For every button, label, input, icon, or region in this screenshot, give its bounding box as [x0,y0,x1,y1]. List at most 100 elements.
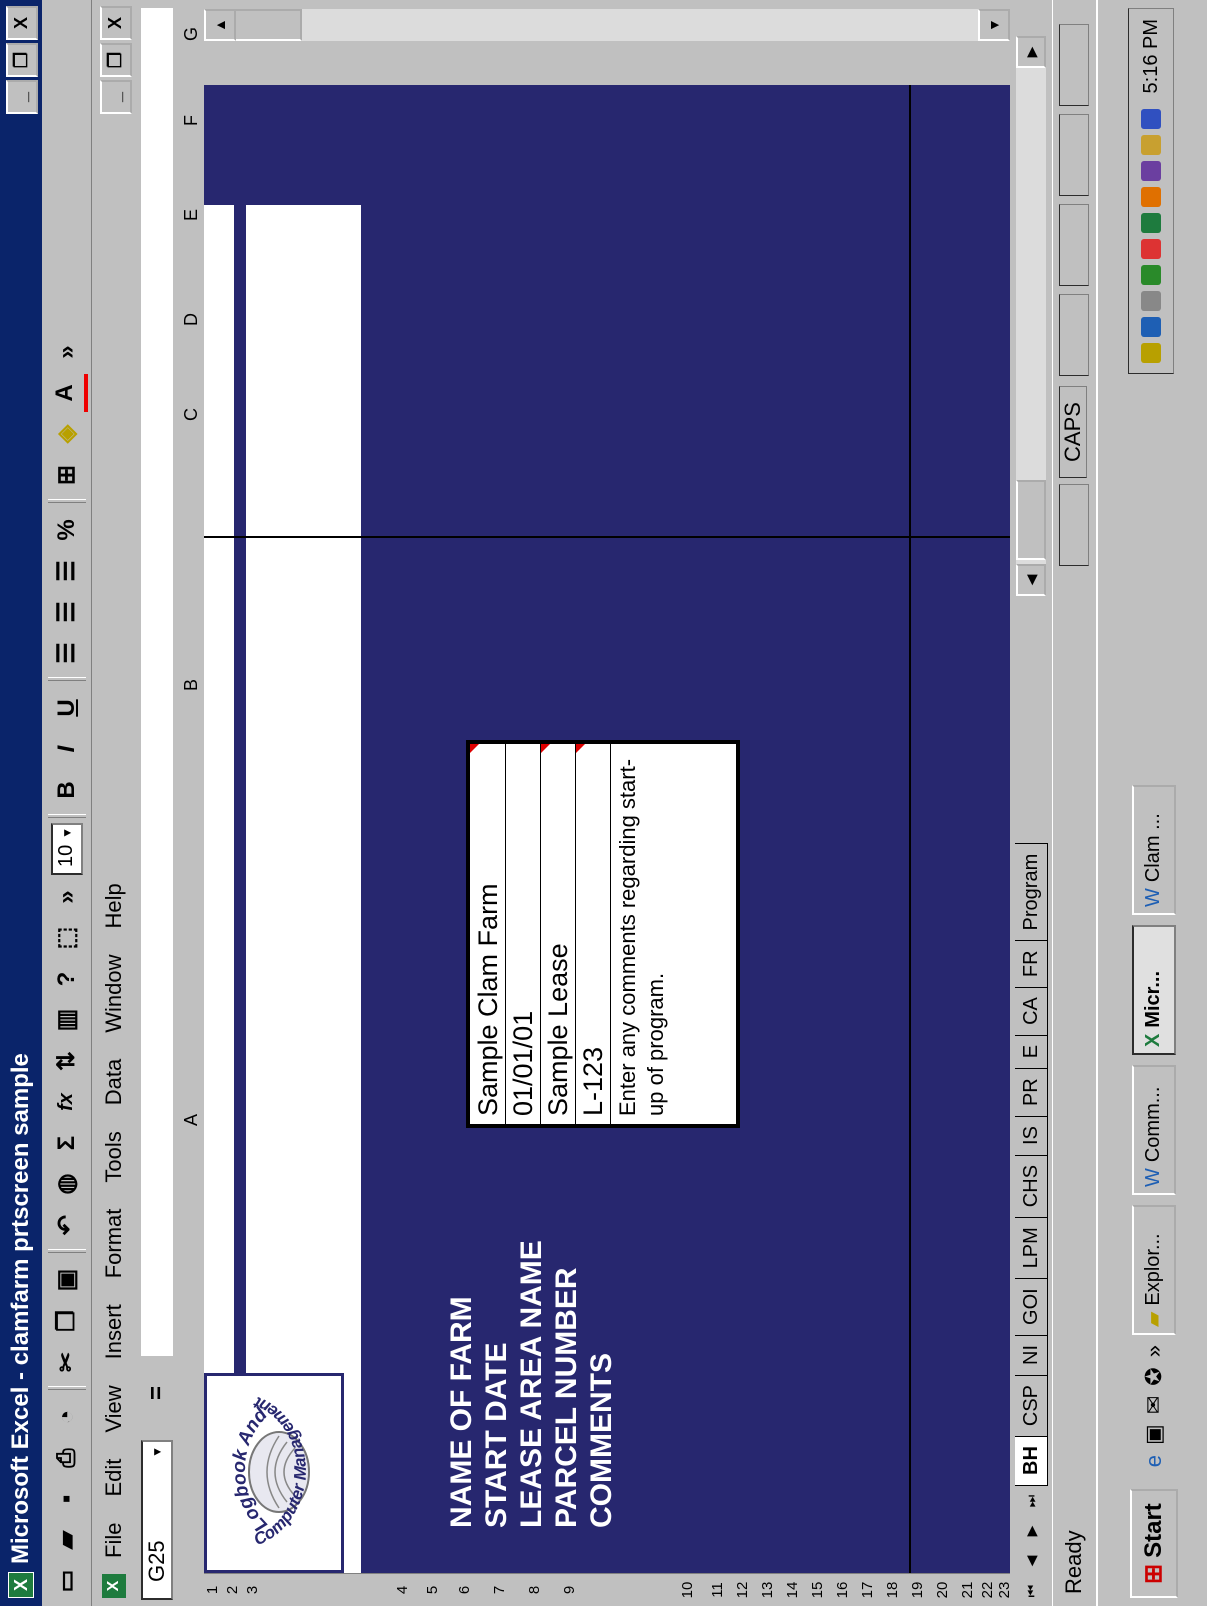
menu-help[interactable]: Help [101,883,127,928]
name-box[interactable]: G25 ▼ [141,1440,173,1600]
tab-bh[interactable]: BH [1014,1435,1048,1486]
save-icon[interactable]: ▪ [48,1480,86,1518]
row-header[interactable]: 18 [884,1574,901,1606]
tab-fr[interactable]: FR [1014,939,1048,989]
drawing-icon[interactable]: ⬚ [48,919,86,957]
taskbar-excel-button[interactable]: X Micr... [1131,925,1176,1056]
tab-e[interactable]: E [1014,1033,1048,1070]
lease-area-cell[interactable]: Sample Lease [541,744,576,1124]
first-sheet-icon[interactable]: ⏮ [1016,1576,1046,1606]
row-header[interactable]: 21 [959,1574,976,1606]
row-header[interactable]: 10 [679,1574,696,1606]
row-header[interactable]: 6 [456,1574,473,1606]
row-header[interactable]: 7 [491,1574,508,1606]
workbook-minimize-button[interactable]: _ [100,80,132,114]
parcel-number-cell[interactable]: L-123 [576,744,611,1124]
tab-csp[interactable]: CSP [1014,1373,1048,1438]
chart-wizard-icon[interactable]: ▥ [48,1001,86,1039]
horizontal-scrollbar[interactable]: ◀ ▶ [1016,36,1046,596]
row-header[interactable]: 2 [224,1574,241,1606]
row-header[interactable]: 11 [709,1574,726,1606]
column-header-b[interactable]: B [181,679,202,691]
taskbar-explorer-button[interactable]: ▰ Explor... [1131,1205,1176,1336]
row-header[interactable]: 9 [561,1574,578,1606]
align-center-icon[interactable]: ☰ [48,593,86,631]
menu-tools[interactable]: Tools [101,1131,127,1182]
scroll-down-icon[interactable]: ▼ [978,9,1010,41]
sort-ascending-icon[interactable]: ⇅ [48,1042,86,1080]
worksheet-grid[interactable]: Logbook And Computer Management NAME OF … [204,85,1010,1573]
tab-program[interactable]: Program [1014,842,1048,942]
column-header-c[interactable]: C [181,408,202,421]
undo-icon[interactable]: ↶ [48,1206,86,1244]
align-left-icon[interactable]: ☰ [48,634,86,672]
scroll-up-icon[interactable]: ▲ [204,9,236,41]
tray-icon[interactable] [1141,213,1161,234]
channels-icon[interactable]: ✪ [1141,1367,1167,1385]
start-date-cell[interactable]: 01/01/01 [506,744,541,1124]
autosum-icon[interactable]: Σ [48,1124,86,1162]
tray-icon[interactable] [1141,239,1161,260]
font-color-icon[interactable]: A [45,374,88,412]
last-sheet-icon[interactable]: ⏭ [1016,1486,1046,1516]
underline-button[interactable]: U [48,689,86,727]
farm-name-cell[interactable]: Sample Clam Farm [470,744,506,1124]
new-file-icon[interactable]: ▭ [48,1562,86,1600]
tray-icon[interactable] [1141,343,1161,364]
row-header[interactable]: 13 [759,1574,776,1606]
tray-icon[interactable] [1141,265,1161,286]
copy-icon[interactable]: ❐ [48,1302,86,1340]
outlook-icon[interactable]: ✉ [1141,1396,1167,1414]
workbook-close-button[interactable]: X [100,6,132,40]
tray-icon[interactable] [1141,187,1161,208]
menu-file[interactable]: File [101,1523,127,1558]
menu-format[interactable]: Format [101,1209,127,1279]
column-header-d[interactable]: D [181,313,202,326]
tab-pr[interactable]: PR [1014,1067,1048,1118]
menu-window[interactable]: Window [101,955,127,1033]
column-header-g[interactable]: G [181,27,202,41]
fill-color-icon[interactable]: ◈ [48,415,86,453]
print-icon[interactable]: ⎙ [48,1439,86,1477]
tray-icon[interactable] [1141,291,1161,312]
tab-goi[interactable]: GOI [1014,1277,1048,1336]
help-icon[interactable]: ? [48,960,86,998]
taskbar-comm-button[interactable]: W Comm... [1131,1065,1176,1196]
close-button[interactable]: X [6,6,38,40]
row-header[interactable]: 19 [909,1574,926,1606]
row-header[interactable]: 17 [859,1574,876,1606]
prev-sheet-icon[interactable]: ◀ [1016,1546,1046,1576]
tab-chs[interactable]: CHS [1014,1153,1048,1219]
restore-button[interactable]: ❐ [6,43,38,77]
more-buttons-icon[interactable]: » [48,878,86,916]
minimize-button[interactable]: _ [6,80,38,114]
function-icon[interactable]: fx [48,1083,86,1121]
workbook-restore-button[interactable]: ❐ [100,43,132,77]
internet-explorer-icon[interactable]: e [1141,1455,1167,1467]
column-header-a[interactable]: A [181,1114,202,1126]
print-preview-icon[interactable]: ◔ [48,1398,86,1436]
borders-icon[interactable]: ⊞ [48,456,86,494]
percent-button[interactable]: % [48,511,86,549]
row-header[interactable]: 4 [394,1574,411,1606]
column-header-e[interactable]: E [181,209,202,221]
taskbar-clam-button[interactable]: W Clam ... [1131,785,1176,916]
bold-button[interactable]: B [48,771,86,809]
start-button[interactable]: ⊞ Start [1129,1489,1178,1598]
menu-edit[interactable]: Edit [101,1459,127,1497]
row-header[interactable]: 16 [834,1574,851,1606]
vertical-scrollbar[interactable]: ▲ ▼ [204,0,1010,85]
row-header[interactable]: 3 [244,1574,261,1606]
excel-app-icon[interactable]: X [8,1572,34,1598]
row-header[interactable]: 15 [809,1574,826,1606]
next-sheet-icon[interactable]: ▶ [1016,1516,1046,1546]
workbook-icon[interactable]: X [102,1574,126,1598]
italic-button[interactable]: I [48,730,86,768]
horizontal-scroll-thumb[interactable] [1016,480,1046,560]
comments-cell[interactable]: Enter any comments regarding start-up of… [611,744,728,1124]
menu-data[interactable]: Data [101,1059,127,1105]
row-header[interactable]: 8 [526,1574,543,1606]
formula-input[interactable] [141,8,173,1356]
tray-icon[interactable] [1141,135,1161,156]
tab-lpm[interactable]: LPM [1014,1216,1048,1280]
